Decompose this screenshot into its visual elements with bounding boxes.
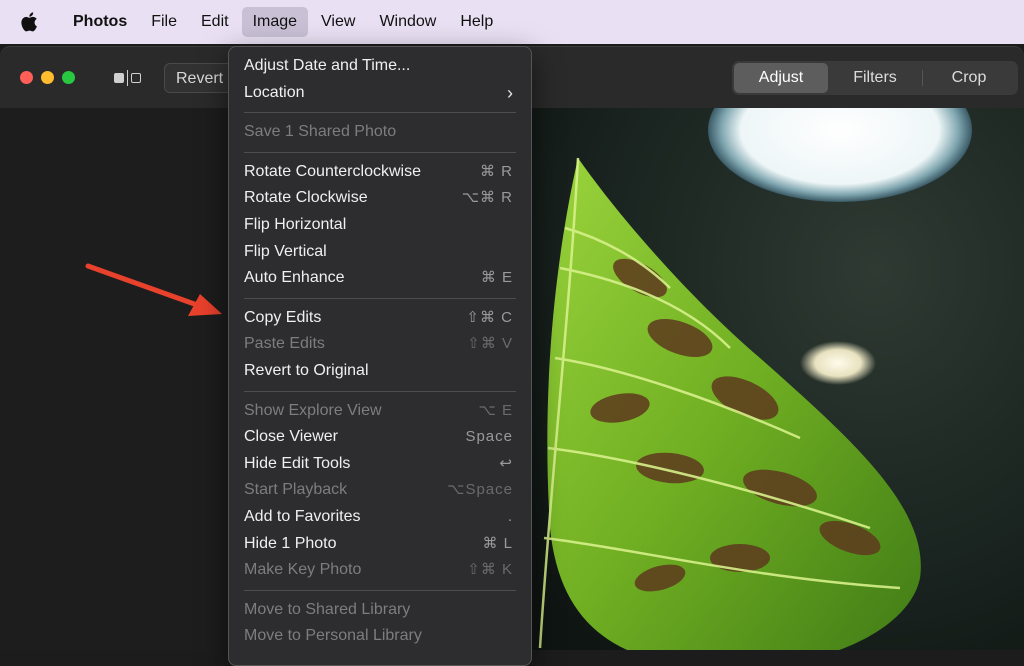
menu-file[interactable]: File xyxy=(140,7,188,37)
shortcut-label: Space xyxy=(465,428,513,446)
menu-item-copy-edits[interactable]: Copy Edits ⇧⌘ C xyxy=(229,305,531,332)
menu-help[interactable]: Help xyxy=(449,7,504,37)
menu-separator xyxy=(244,112,516,114)
tab-adjust[interactable]: Adjust xyxy=(734,63,828,93)
shortcut-label: ⌥ E xyxy=(478,401,513,419)
menu-separator xyxy=(244,390,516,392)
menu-view[interactable]: View xyxy=(310,7,366,37)
menu-window[interactable]: Window xyxy=(368,7,447,37)
close-window-button[interactable] xyxy=(20,71,33,84)
menu-image[interactable]: Image xyxy=(241,7,309,37)
menu-item-add-to-favorites[interactable]: Add to Favorites . xyxy=(229,504,531,531)
chevron-right-icon: › xyxy=(507,82,513,103)
menu-item-rotate-clockwise[interactable]: Rotate Clockwise ⌥⌘ R xyxy=(229,185,531,212)
shortcut-label: ⇧⌘ V xyxy=(467,335,513,353)
edit-mode-tabs: Adjust Filters Crop xyxy=(732,61,1018,95)
menu-bar: Photos File Edit Image View Window Help xyxy=(0,0,1024,44)
shortcut-label: ⇧⌘ K xyxy=(467,561,513,579)
menu-item-start-playback: Start Playback ⌥Space xyxy=(229,477,531,504)
image-menu-dropdown: Adjust Date and Time... Location › Save … xyxy=(228,46,532,666)
menu-item-rotate-counterclockwise[interactable]: Rotate Counterclockwise ⌘ R xyxy=(229,159,531,186)
menu-item-location[interactable]: Location › xyxy=(229,80,531,107)
menu-item-close-viewer[interactable]: Close Viewer Space xyxy=(229,424,531,451)
shortcut-label: ⌘ L xyxy=(482,534,513,552)
apple-logo-icon[interactable] xyxy=(18,11,40,33)
shortcut-label: ⌘ R xyxy=(480,162,513,180)
menu-app-photos[interactable]: Photos xyxy=(62,7,138,37)
window-controls xyxy=(20,71,75,84)
leaf-photo xyxy=(530,108,1024,650)
minimize-window-button[interactable] xyxy=(41,71,54,84)
menu-item-move-to-personal-library: Move to Personal Library xyxy=(244,627,422,645)
shortcut-label: ⌥⌘ R xyxy=(461,189,513,207)
menu-item-make-key-photo: Make Key Photo ⇧⌘ K xyxy=(229,557,531,584)
menu-item-save-shared-photo: Save 1 Shared Photo xyxy=(244,123,397,141)
menu-separator xyxy=(244,297,516,299)
shortcut-label: ⇧⌘ C xyxy=(466,308,513,326)
menu-item-auto-enhance[interactable]: Auto Enhance ⌘ E xyxy=(229,265,531,292)
shortcut-label: . xyxy=(507,507,513,525)
menu-item-flip-vertical[interactable]: Flip Vertical xyxy=(229,239,531,266)
tab-crop[interactable]: Crop xyxy=(922,63,1016,93)
shortcut-label: ⌥Space xyxy=(447,481,513,499)
menu-item-hide-edit-tools[interactable]: Hide Edit Tools ↩ xyxy=(229,451,531,478)
menu-item-hide-photo[interactable]: Hide 1 Photo ⌘ L xyxy=(229,531,531,558)
menu-item-show-explore-view: Show Explore View ⌥ E xyxy=(229,398,531,425)
shortcut-label: ⌘ E xyxy=(480,269,513,287)
menu-separator xyxy=(244,589,516,591)
menu-item-flip-horizontal[interactable]: Flip Horizontal xyxy=(229,212,531,239)
menu-item-paste-edits: Paste Edits ⇧⌘ V xyxy=(229,331,531,358)
menu-item-move-to-shared-library: Move to Shared Library xyxy=(244,600,411,618)
return-key-icon: ↩ xyxy=(499,454,513,472)
menu-item-revert-to-original[interactable]: Revert to Original xyxy=(229,358,531,385)
compare-view-icon[interactable] xyxy=(114,70,146,86)
menu-edit[interactable]: Edit xyxy=(190,7,240,37)
menu-item-adjust-date-time[interactable]: Adjust Date and Time... xyxy=(229,53,531,80)
annotation-arrow-icon xyxy=(85,263,222,316)
menu-separator xyxy=(244,151,516,153)
zoom-window-button[interactable] xyxy=(62,71,75,84)
tab-filters[interactable]: Filters xyxy=(828,63,922,93)
